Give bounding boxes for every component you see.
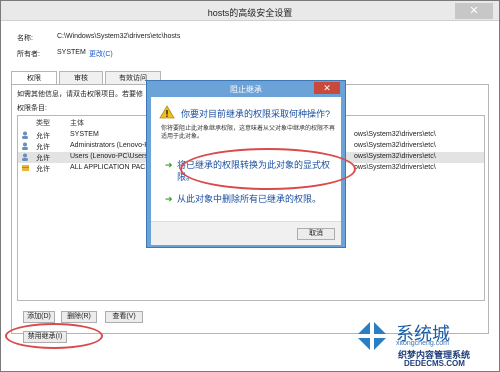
dialog-body: 你要对目前继承的权限采取何种操作? 你将要阻止此对象继承权限，这意味着从父对象中… <box>151 97 341 245</box>
row-inherited-from: ows\System32\drivers\etc\ <box>354 164 436 171</box>
dialog-description: 你将要阻止此对象继承权限，这意味着从父对象中继承的权限不再适用于此对象。 <box>161 126 336 140</box>
row-type: 允许 <box>36 144 50 151</box>
row-type: 允许 <box>36 155 50 162</box>
user-icon <box>22 142 28 150</box>
row-principal: Users (Lenovo-PC\Users) <box>70 153 151 160</box>
watermark-site3: DEDECMS.COM <box>404 359 465 368</box>
tab-auditing[interactable]: 审核 <box>59 71 103 85</box>
view-button[interactable]: 查看(V) <box>105 311 143 323</box>
close-button[interactable]: ✕ <box>455 3 493 19</box>
option-label: 将已继承的权限转换为此对象的显式权限。 <box>177 160 331 182</box>
owner-value: SYSTEM <box>57 49 86 56</box>
block-inheritance-dialog: 阻止继承 ✕ 你要对目前继承的权限采取何种操作? 你将要阻止此对象继承权限，这意… <box>146 80 346 248</box>
row-type: 允许 <box>36 133 50 140</box>
user-icon <box>22 131 28 139</box>
row-principal: Administrators (Lenovo-P <box>70 142 149 149</box>
option-label: 从此对象中删除所有已继承的权限。 <box>177 194 322 204</box>
dialog-footer: 取消 <box>151 221 341 245</box>
row-type: 允许 <box>36 166 50 173</box>
remove-button[interactable]: 删除(R) <box>61 311 97 323</box>
watermark-logo <box>356 320 388 352</box>
perm-entries-label: 权限条目: <box>17 105 47 112</box>
owner-label: 所有者: <box>17 51 40 58</box>
row-principal: ALL APPLICATION PACKA <box>70 164 155 171</box>
watermark-site: xitongcheng.com <box>396 340 449 347</box>
row-inherited-from: ows\System32\drivers\etc\ <box>354 142 436 149</box>
col-principal-header[interactable]: 主体 <box>70 118 84 128</box>
dialog-cancel-button[interactable]: 取消 <box>297 228 335 240</box>
user-icon <box>22 153 28 161</box>
remove-inherited-option[interactable]: ➔ 从此对象中删除所有已继承的权限。 <box>165 193 337 205</box>
window-title: hosts的高级安全设置 <box>207 8 293 18</box>
dialog-close-button[interactable]: ✕ <box>314 82 340 94</box>
package-icon <box>22 165 29 171</box>
dialog-question: 你要对目前继承的权限采取何种操作? <box>181 109 331 119</box>
arrow-right-icon: ➔ <box>165 194 173 204</box>
name-label: 名称: <box>17 35 33 42</box>
arrow-right-icon: ➔ <box>165 160 173 170</box>
row-inherited-from: ows\System32\drivers\etc\ <box>354 131 436 138</box>
disable-inheritance-button[interactable]: 禁用继承(I) <box>23 331 67 343</box>
titlebar: hosts的高级安全设置 ✕ <box>1 1 499 21</box>
name-value: C:\Windows\System32\drivers\etc\hosts <box>57 33 181 40</box>
change-owner-link[interactable]: 更改(C) <box>89 49 113 59</box>
add-button[interactable]: 添加(D) <box>23 311 55 323</box>
row-principal: SYSTEM <box>70 131 99 138</box>
col-type-header[interactable]: 类型 <box>36 118 50 128</box>
warning-icon <box>159 105 175 119</box>
info-text: 如需其他信息，请双击权限项目。若要修 <box>17 91 143 98</box>
convert-inherited-option[interactable]: ➔ 将已继承的权限转换为此对象的显式权限。 <box>165 159 337 183</box>
row-inherited-from: ows\System32\drivers\etc\ <box>354 153 436 160</box>
